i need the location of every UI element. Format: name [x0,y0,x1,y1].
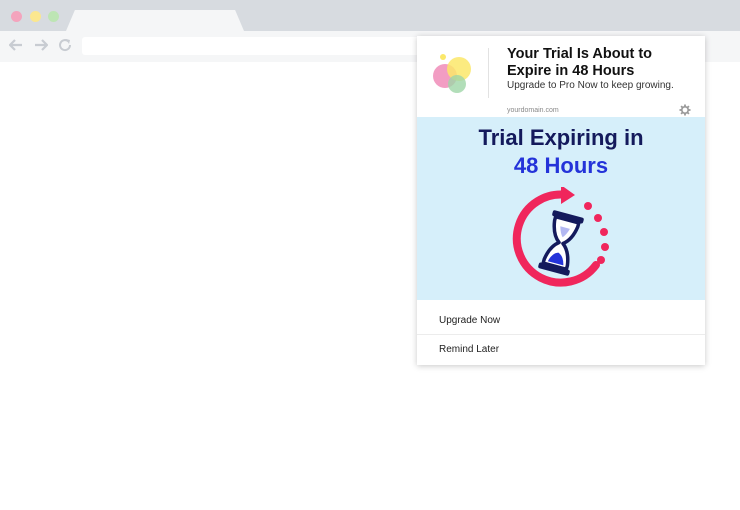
push-notification[interactable]: Your Trial Is About to Expire in 48 Hour… [417,36,705,365]
header-divider [488,48,489,98]
arrow-left-icon[interactable] [8,37,24,53]
browser-tab[interactable] [66,10,244,31]
notification-banner-image[interactable]: Trial Expiring in 48 Hours [417,117,705,300]
window-maximize-button[interactable] [48,11,59,22]
notification-title: Your Trial Is About to Expire in 48 Hour… [507,46,652,79]
notification-subtitle: Upgrade to Pro Now to keep growing. [507,80,674,91]
remind-later-button[interactable]: Remind Later [417,335,705,364]
brand-logo-icon [433,54,471,93]
reload-icon[interactable] [57,37,73,53]
gear-icon[interactable] [679,104,691,116]
banner-highlight: 48 Hours [513,153,609,178]
hourglass-icon [512,187,609,287]
window-close-button[interactable] [11,11,22,22]
address-bar[interactable] [82,37,422,55]
upgrade-now-button[interactable]: Upgrade Now [417,306,705,335]
arrow-right-icon[interactable] [33,37,49,53]
banner-heading: Trial Expiring in [478,125,644,150]
notification-domain: yourdomain.com [507,107,559,114]
browser-titlebar [0,0,740,31]
window-minimize-button[interactable] [30,11,41,22]
